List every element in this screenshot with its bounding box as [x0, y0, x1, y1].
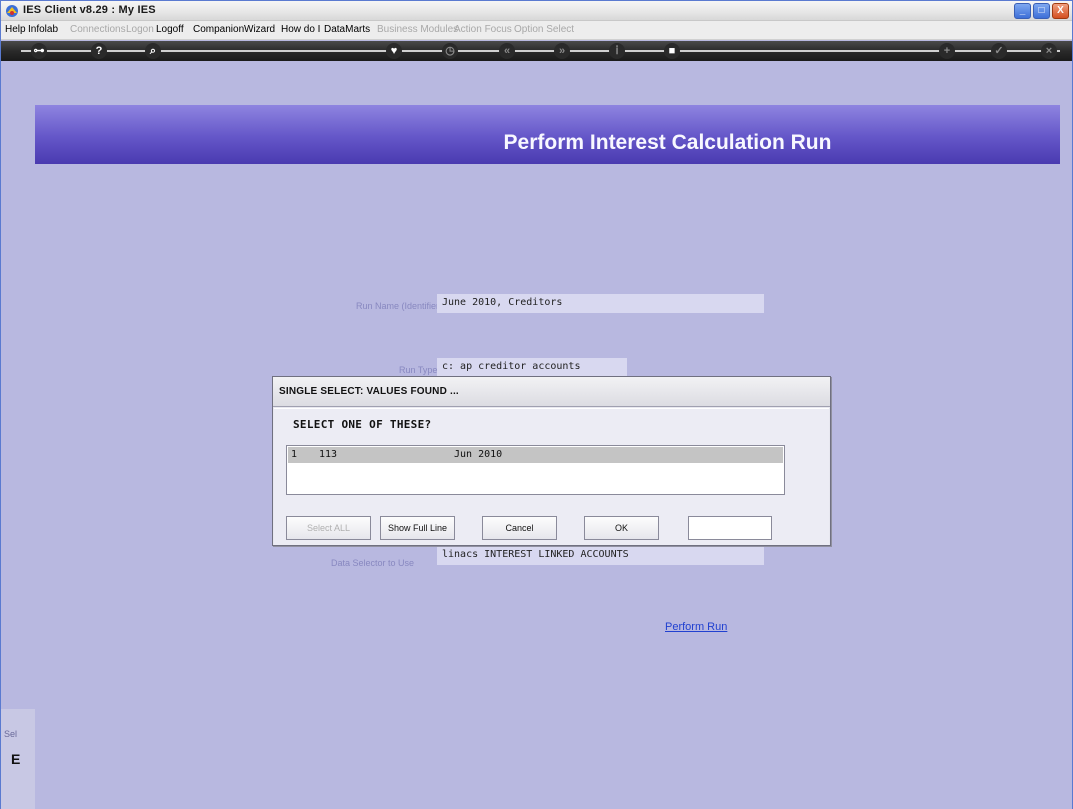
list-item-index: 1: [291, 449, 298, 460]
menu-help[interactable]: Help: [5, 24, 26, 35]
back-icon[interactable]: «: [499, 43, 515, 59]
list-item[interactable]: 1 113 Jun 2010: [288, 447, 783, 463]
menu-companion[interactable]: Companion: [193, 24, 244, 35]
dialog-prompt: SELECT ONE OF THESE?: [293, 418, 432, 431]
forward-icon[interactable]: »: [554, 43, 570, 59]
stop-icon[interactable]: ■: [664, 43, 680, 59]
menu-logoff[interactable]: Logoff: [156, 24, 184, 35]
menu-option-select[interactable]: Option Select: [514, 24, 574, 35]
menu-business-modules[interactable]: Business Modules: [377, 24, 458, 35]
cancel-button[interactable]: Cancel: [482, 516, 557, 540]
list-item-description: Jun 2010: [454, 449, 503, 460]
run-type-label: Run Type: [399, 365, 438, 375]
info-icon[interactable]: ⅰ: [609, 43, 625, 59]
show-full-line-button[interactable]: Show Full Line: [380, 516, 455, 540]
dialog-input-field[interactable]: [688, 516, 772, 540]
menu-wizard[interactable]: Wizard: [244, 24, 275, 35]
page-banner: Perform Interest Calculation Run: [35, 105, 1060, 164]
list-item-code: 113: [319, 449, 338, 460]
dialog-title-bar[interactable]: SINGLE SELECT: VALUES FOUND ...: [273, 377, 830, 407]
minimize-button[interactable]: _: [1014, 3, 1031, 19]
window-title: IES Client v8.29 : My IES: [23, 4, 156, 16]
toolbar-rail: [21, 50, 1060, 52]
run-name-label: Run Name (Identifier): [356, 301, 443, 311]
side-panel-glyph: E: [11, 751, 21, 767]
single-select-dialog: SINGLE SELECT: VALUES FOUND ... SELECT O…: [272, 376, 831, 546]
dialog-title: SINGLE SELECT: VALUES FOUND ...: [279, 386, 459, 397]
dialog-body: SELECT ONE OF THESE? 1 113 Jun 2010 Sele…: [274, 408, 829, 545]
run-type-field[interactable]: c: ap creditor accounts: [437, 358, 627, 377]
select-all-button[interactable]: Select ALL: [286, 516, 371, 540]
title-bar[interactable]: IES Client v8.29 : My IES _ □ X: [1, 1, 1072, 21]
app-window: IES Client v8.29 : My IES _ □ X Help Inf…: [0, 0, 1073, 809]
menu-action-focus[interactable]: Action Focus: [454, 24, 512, 35]
run-name-field[interactable]: June 2010, Creditors: [437, 294, 764, 313]
key-icon[interactable]: ⊶: [31, 43, 47, 59]
search-icon[interactable]: ⌕: [145, 43, 161, 59]
ok-button[interactable]: OK: [584, 516, 659, 540]
menu-how-do-i[interactable]: How do I: [281, 24, 320, 35]
menu-logon[interactable]: Logon: [126, 24, 154, 35]
menu-connections[interactable]: Connections: [70, 24, 126, 35]
add-icon[interactable]: +: [939, 43, 955, 59]
values-list[interactable]: 1 113 Jun 2010: [286, 445, 785, 495]
toolbar: ⊶ ? ⌕ ♥ ◷ « » ⅰ ■ + ✓ ×: [1, 41, 1072, 61]
check-icon[interactable]: ✓: [991, 43, 1007, 59]
data-selector-label: Data Selector to Use: [331, 558, 415, 568]
maximize-button[interactable]: □: [1033, 3, 1050, 19]
close-circle-icon[interactable]: ×: [1041, 43, 1057, 59]
data-selector-field[interactable]: linacs INTEREST LINKED ACCOUNTS: [437, 546, 764, 565]
heart-icon[interactable]: ♥: [386, 43, 402, 59]
menu-infolab[interactable]: Infolab: [28, 24, 58, 35]
app-logo-icon: [6, 5, 18, 17]
perform-run-link[interactable]: Perform Run: [665, 621, 727, 633]
side-panel-label: Sel: [4, 729, 18, 739]
clock-icon[interactable]: ◷: [442, 43, 458, 59]
help-icon[interactable]: ?: [91, 43, 107, 59]
close-button[interactable]: X: [1052, 3, 1069, 19]
menu-bar: Help Infolab Connections Logon Logoff Co…: [1, 21, 1072, 40]
page-title: Perform Interest Calculation Run: [503, 131, 832, 154]
menu-datamarts[interactable]: DataMarts: [324, 24, 370, 35]
